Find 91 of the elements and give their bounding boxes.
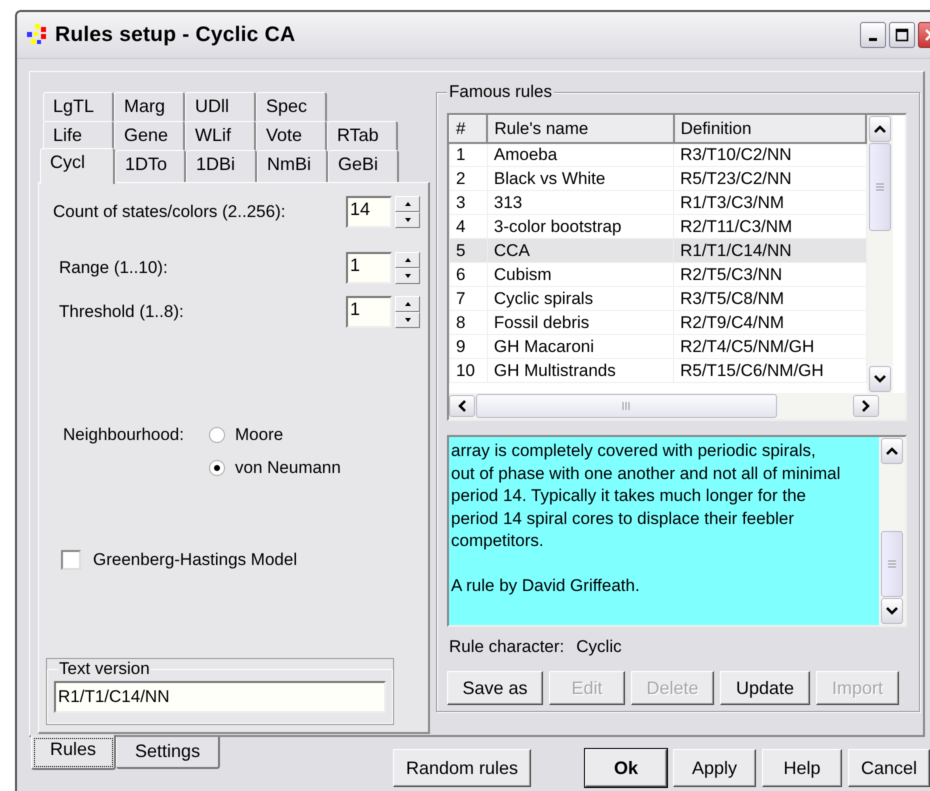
scroll-thumb[interactable]: [881, 531, 903, 597]
table-cell: Fossil debris: [487, 310, 674, 334]
grip-icon: [875, 182, 885, 192]
dialog-button[interactable]: Ok: [585, 749, 667, 787]
table-row[interactable]: 8 Fossil debris R2/T9/C4/NM: [450, 310, 866, 334]
table-row[interactable]: 6 Cubism R2/T5/C3/NN: [450, 262, 866, 286]
table-row[interactable]: 3 313 R1/T3/C3/NM: [450, 190, 866, 214]
dialog-button[interactable]: Help: [762, 749, 842, 787]
table-cell: 313: [487, 190, 674, 214]
table-cell: R5/T15/C6/NM/GH: [674, 358, 866, 382]
dialog-button[interactable]: Random rules: [393, 749, 531, 787]
action-button[interactable]: Save as: [447, 671, 543, 705]
table-cell: 3: [450, 190, 488, 214]
minimize-icon: [869, 38, 877, 41]
field-label: Range (1..10):: [59, 258, 169, 278]
table-cell: Black vs White: [487, 166, 674, 190]
family-tab[interactable]: RTab: [327, 121, 398, 150]
column-header[interactable]: Rule's name: [487, 116, 674, 142]
page-tab[interactable]: Settings: [116, 737, 220, 769]
neighbourhood-label: Neighbourhood:: [63, 425, 185, 446]
table-cell: R5/T23/C2/NN: [674, 166, 866, 190]
app-icon: [25, 23, 49, 47]
action-button[interactable]: Update: [720, 671, 810, 705]
scroll-up-button[interactable]: [869, 116, 891, 142]
table-row[interactable]: 9 GH Macaroni R2/T4/C5/NM/GH: [450, 334, 866, 358]
table-cell: R3/T10/C2/NN: [674, 142, 866, 166]
family-tab[interactable]: LgTL: [43, 92, 114, 121]
grip-icon: [622, 401, 632, 411]
page-tab[interactable]: Rules: [31, 735, 116, 770]
table-row[interactable]: 1 Amoeba R3/T10/C2/NN: [450, 142, 866, 166]
grip-icon: [887, 560, 897, 568]
family-tab[interactable]: Cycl: [40, 148, 115, 184]
scroll-left-button[interactable]: [449, 395, 475, 417]
table-cell: GH Multistrands: [487, 358, 674, 382]
description-text: array is completely covered with periodic spirals, out of phase with one another and not all of minimal period 14. Typically it takes much longer for the period 14 spiral cores to displace their feebler competitors.: [451, 440, 842, 552]
dialog-button[interactable]: Cancel: [848, 749, 930, 787]
description-text: A rule by David Griffeath.: [451, 574, 641, 596]
table-cell: R3/T5/C8/NM: [674, 286, 866, 310]
vertical-scrollbar[interactable]: [879, 437, 905, 625]
scroll-thumb[interactable]: [476, 394, 777, 418]
rule-character-value: Cyclic: [576, 637, 622, 657]
window-title: Rules setup - Cyclic CA: [55, 23, 296, 47]
table-cell: 9: [450, 334, 488, 358]
table-row[interactable]: 2 Black vs White R5/T23/C2/NN: [450, 166, 866, 190]
family-tab[interactable]: Spec: [256, 92, 327, 121]
field-label: Threshold (1..8):: [59, 302, 185, 322]
radio-label[interactable]: von Neumann: [235, 458, 341, 478]
horizontal-scrollbar[interactable]: [449, 393, 905, 419]
table-cell: 7: [450, 286, 488, 310]
maximize-icon: [895, 28, 909, 42]
column-header[interactable]: #: [450, 116, 488, 142]
table-cell: R2/T4/C5/NM/GH: [674, 334, 866, 358]
table-cell: Cyclic spirals: [487, 286, 674, 310]
column-header[interactable]: Definition: [674, 116, 866, 142]
scroll-thumb[interactable]: [869, 143, 891, 231]
family-tab[interactable]: WLif: [185, 121, 256, 150]
family-tab[interactable]: Marg: [114, 92, 185, 121]
table-cell: Cubism: [487, 262, 674, 286]
checkbox-label[interactable]: Greenberg-Hastings Model: [93, 550, 298, 570]
table-row[interactable]: 7 Cyclic spirals R3/T5/C8/NM: [450, 286, 866, 310]
family-tab[interactable]: Gene: [114, 121, 185, 150]
rule-character-label: Rule character:: [449, 637, 564, 657]
table-cell: GH Macaroni: [487, 334, 674, 358]
table-cell: R2/T5/C3/NN: [674, 262, 866, 286]
maximize-button[interactable]: [889, 22, 915, 48]
table-cell: Amoeba: [487, 142, 674, 166]
table-cell: 5: [450, 238, 488, 262]
table-cell: CCA: [487, 238, 674, 262]
table-cell: 8: [450, 310, 488, 334]
family-tab[interactable]: Life: [43, 121, 114, 150]
scroll-up-button[interactable]: [881, 438, 903, 464]
scroll-down-button[interactable]: [881, 598, 903, 624]
table-cell: 10: [450, 358, 488, 382]
group-legend: Text version: [58, 659, 151, 679]
scroll-right-button[interactable]: [853, 395, 879, 417]
vertical-scrollbar[interactable]: [867, 115, 893, 393]
scroll-down-button[interactable]: [869, 366, 891, 392]
family-tab[interactable]: Vote: [256, 121, 327, 150]
dialog-button[interactable]: Apply: [673, 749, 756, 787]
minimize-button[interactable]: [860, 22, 886, 48]
table-cell: 1: [450, 142, 488, 166]
table-cell: 2: [450, 166, 488, 190]
table-cell: R1/T1/C14/NN: [674, 238, 866, 262]
field-label: Count of states/colors (2..256):: [53, 202, 286, 222]
table-row[interactable]: 10 GH Multistrands R5/T15/C6/NM/GH: [450, 358, 866, 382]
table-cell: R1/T3/C3/NM: [674, 190, 866, 214]
table-cell: 6: [450, 262, 488, 286]
family-tab[interactable]: UDll: [185, 92, 256, 121]
radio-label[interactable]: Moore: [235, 425, 284, 445]
table-cell: R2/T9/C4/NM: [674, 310, 866, 334]
table-row[interactable]: 5 CCA R1/T1/C14/NN: [450, 238, 866, 262]
